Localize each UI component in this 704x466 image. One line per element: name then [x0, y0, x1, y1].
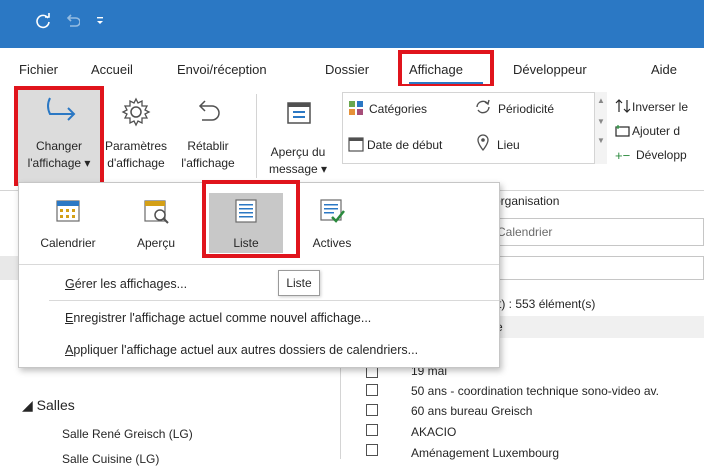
folder-item[interactable]: Salle René Greisch (LG): [62, 427, 193, 441]
tab-aide[interactable]: Aide: [651, 62, 677, 77]
folder-item[interactable]: Salle Cuisine (LG): [62, 452, 159, 466]
appointment-icon: [366, 404, 378, 416]
reverse-sort-button[interactable]: Inverser le: [632, 100, 688, 114]
tab-envoi-reception[interactable]: Envoi/réception: [177, 62, 267, 77]
message-preview-icon: [286, 100, 312, 129]
apply-view-item[interactable]: Appliquer l'affichage actuel aux autres …: [65, 343, 418, 357]
preview-label-2: message ▾: [268, 162, 328, 176]
filter-box[interactable]: [496, 256, 704, 280]
manage-views-item[interactable]: Gérer les affichages...: [65, 277, 187, 291]
location-icon: [476, 134, 490, 155]
view-calendar[interactable]: Calendrier: [31, 193, 105, 253]
gallery-scroll[interactable]: ▲ ▼ ▼: [594, 92, 607, 164]
reset-view-label-2: l'affichage: [181, 156, 235, 170]
save-view-label: nregistrer l'affichage actuel comme nouv…: [73, 311, 372, 325]
list-item[interactable]: AKACIO: [411, 425, 456, 439]
tab-fichier[interactable]: Fichier: [19, 62, 58, 77]
manage-views-label: érer les affichages...: [74, 277, 188, 291]
salles-header[interactable]: ◢ Salles: [22, 397, 75, 414]
preview-view-icon: [142, 197, 170, 225]
categories-icon: [348, 100, 364, 119]
appointment-icon: [366, 424, 378, 436]
menu-divider: [49, 300, 499, 301]
ribbon: Changer l'affichage ▾ Paramètres d'affic…: [0, 86, 704, 208]
view-settings-button[interactable]: Paramètres d'affichage: [102, 90, 170, 182]
view-settings-label-2: d'affichage: [107, 156, 165, 170]
search-placeholder: Calendrier: [497, 225, 553, 239]
view-active[interactable]: Actives: [295, 193, 369, 253]
start-date-option[interactable]: Date de début: [367, 138, 442, 152]
reset-view-button[interactable]: Rétablir l'affichage: [170, 90, 246, 182]
add-column-icon: [615, 124, 631, 141]
highlight-list-view: [202, 180, 300, 258]
categories-option[interactable]: Catégories: [369, 102, 427, 116]
ribbon-tabs: Fichier Accueil Envoi/réception Dossier …: [0, 48, 704, 86]
apply-view-label: ppliquer l'affichage actuel aux autres d…: [73, 343, 419, 357]
active-view-icon: [318, 197, 346, 225]
recurrence-option[interactable]: Périodicité: [498, 102, 554, 116]
recurrence-icon: [474, 98, 492, 119]
gear-icon: [120, 96, 152, 131]
sync-icon[interactable]: [34, 12, 52, 35]
menu-divider: [19, 264, 499, 265]
view-preview[interactable]: Aperçu: [119, 193, 193, 253]
view-preview-label: Aperçu: [136, 236, 176, 250]
view-active-label: Actives: [312, 236, 352, 250]
highlight-change-view: [14, 86, 104, 186]
view-calendar-label: Calendrier: [40, 236, 96, 250]
title-bar: [0, 0, 704, 48]
customize-arrow-icon[interactable]: [95, 15, 105, 30]
reset-icon: [192, 96, 224, 131]
list-item[interactable]: Aménagement Luxembourg: [411, 446, 559, 460]
highlight-affichage: [398, 50, 494, 88]
reset-view-label-1: Rétablir: [187, 139, 229, 153]
list-item[interactable]: 60 ans bureau Greisch: [411, 404, 532, 418]
appointment-icon: [366, 444, 378, 456]
appointment-icon: [366, 384, 378, 396]
preview-label-1: Aperçu du: [270, 145, 326, 159]
pane-divider: [340, 366, 341, 459]
expand-button[interactable]: Développ: [636, 148, 687, 162]
ribbon-separator: [256, 94, 257, 178]
folder-pane-edge: [0, 256, 18, 280]
start-date-icon: [348, 136, 364, 155]
tab-accueil[interactable]: Accueil: [91, 62, 133, 77]
view-settings-label-1: Paramètres: [104, 139, 168, 153]
undo-icon[interactable]: [64, 12, 81, 35]
tab-dossier[interactable]: Dossier: [325, 62, 369, 77]
item-count: t) : 553 élément(s): [498, 297, 596, 311]
calendar-view-icon: [54, 197, 82, 225]
accelerator-key: G: [65, 277, 75, 291]
expand-icon: +−: [615, 148, 631, 163]
list-item[interactable]: 50 ans - coordination technique sono-vid…: [411, 384, 659, 398]
save-view-item[interactable]: Enregistrer l'affichage actuel comme nou…: [65, 311, 371, 325]
message-preview-button[interactable]: Aperçu du message ▾: [258, 90, 338, 182]
tab-developpeur[interactable]: Développeur: [513, 62, 587, 77]
add-column-button[interactable]: Ajouter d: [632, 124, 680, 138]
group-label-organisation: organisation: [494, 194, 560, 208]
tooltip: Liste: [278, 270, 320, 296]
column-header[interactable]: e: [496, 316, 704, 338]
location-option[interactable]: Lieu: [497, 138, 520, 152]
search-box[interactable]: Calendrier: [496, 218, 704, 246]
sort-reverse-icon: [615, 98, 631, 117]
